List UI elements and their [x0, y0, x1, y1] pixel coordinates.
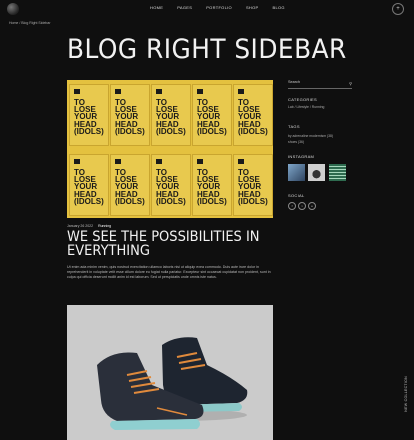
poster-tile: TO LOSE YOUR HEAD (IDOLS) — [69, 154, 109, 216]
poster-text: TO LOSE YOUR HEAD (IDOLS) — [197, 168, 227, 206]
poster-logo — [197, 159, 203, 164]
tags-heading: TAGS — [288, 124, 300, 129]
social-heading: SOCIAL — [288, 193, 305, 198]
poster-tile: TO LOSE YOUR HEAD (IDOLS) — [151, 154, 191, 216]
categories-heading: CATEGORIES — [288, 97, 317, 102]
post-image-sneaker[interactable] — [67, 305, 273, 440]
instagram-thumb-2[interactable] — [308, 164, 325, 181]
poster-tile: TO LOSE YOUR HEAD (IDOLS) — [192, 154, 232, 216]
instagram-thumb-3[interactable] — [329, 164, 346, 181]
post-category[interactable]: Running — [98, 224, 111, 228]
nav-home[interactable]: HOME — [150, 5, 163, 10]
post-meta: January 26 2022 Running — [67, 224, 111, 228]
instagram-thumb-1[interactable] — [288, 164, 305, 181]
page-title: BLOG RIGHT SIDEBAR — [67, 34, 347, 65]
nav-blog[interactable]: BLOG — [273, 5, 285, 10]
poster-text: TO LOSE YOUR HEAD (IDOLS) — [115, 98, 145, 136]
nav-pages[interactable]: PAGES — [177, 5, 192, 10]
poster-tile: TO LOSE YOUR HEAD (IDOLS) — [110, 84, 150, 146]
post-date: January 26 2022 — [67, 224, 94, 228]
instagram-icon[interactable]: o — [308, 202, 316, 210]
poster-tile: TO LOSE YOUR HEAD (IDOLS) — [233, 154, 273, 216]
sneaker-illustration — [67, 305, 273, 440]
poster-logo — [156, 89, 162, 94]
poster-tile: TO LOSE YOUR HEAD (IDOLS) — [192, 84, 232, 146]
breadcrumb-current: Blog Right Sidebar — [21, 21, 51, 25]
main-nav: HOME PAGES PORTFOLIO SHOP BLOG — [150, 5, 285, 10]
plus-icon[interactable]: + — [392, 3, 404, 15]
poster-text: TO LOSE YOUR HEAD (IDOLS) — [74, 168, 104, 206]
poster-logo — [197, 89, 203, 94]
tags-line-1[interactable]: by adrenaline modernism (38) — [288, 134, 333, 139]
poster-text: TO LOSE YOUR HEAD (IDOLS) — [238, 98, 268, 136]
nav-shop[interactable]: SHOP — [246, 5, 259, 10]
search-icon[interactable]: ⚲ — [349, 81, 352, 86]
tags-line-2[interactable]: shoes (36) — [288, 140, 304, 145]
nav-portfolio[interactable]: PORTFOLIO — [206, 5, 232, 10]
post-featured-image[interactable]: TO LOSE YOUR HEAD (IDOLS) TO LOSE YOUR HEAD (ID… — [67, 80, 273, 218]
poster-logo — [115, 159, 121, 164]
breadcrumb: Home / Blog Right Sidebar — [9, 21, 50, 25]
vertical-promo-text: NEW COLLECTION — [404, 376, 408, 412]
twitter-icon[interactable]: t — [298, 202, 306, 210]
post-excerpt: Ut enim ada minim venim, quis nostrud ex… — [67, 265, 271, 279]
poster-text: TO LOSE YOUR HEAD (IDOLS) — [156, 168, 186, 206]
facebook-icon[interactable]: f — [288, 202, 296, 210]
top-bar: HOME PAGES PORTFOLIO SHOP BLOG + — [0, 0, 414, 18]
poster-logo — [156, 159, 162, 164]
search-placeholder: Search — [288, 80, 301, 84]
poster-logo — [115, 89, 121, 94]
breadcrumb-home[interactable]: Home — [9, 21, 18, 25]
poster-tile: TO LOSE YOUR HEAD (IDOLS) — [233, 84, 273, 146]
logo[interactable] — [7, 3, 19, 15]
poster-tile: TO LOSE YOUR HEAD (IDOLS) — [110, 154, 150, 216]
poster-logo — [74, 159, 80, 164]
poster-logo — [238, 89, 244, 94]
poster-tile: TO LOSE YOUR HEAD (IDOLS) — [69, 84, 109, 146]
poster-text: TO LOSE YOUR HEAD (IDOLS) — [238, 168, 268, 206]
categories-list[interactable]: Lab / Lifestyle / Running — [288, 105, 324, 110]
instagram-heading: INSTAGRAM — [288, 154, 315, 159]
post-title[interactable]: WE SEE THE POSSIBILITIES IN EVERYTHING — [67, 230, 267, 258]
poster-text: TO LOSE YOUR HEAD (IDOLS) — [115, 168, 145, 206]
poster-logo — [74, 89, 80, 94]
search-input[interactable]: Search ⚲ — [288, 80, 352, 89]
poster-text: TO LOSE YOUR HEAD (IDOLS) — [197, 98, 227, 136]
poster-text: TO LOSE YOUR HEAD (IDOLS) — [156, 98, 186, 136]
poster-text: TO LOSE YOUR HEAD (IDOLS) — [74, 98, 104, 136]
poster-logo — [238, 159, 244, 164]
poster-tile: TO LOSE YOUR HEAD (IDOLS) — [151, 84, 191, 146]
